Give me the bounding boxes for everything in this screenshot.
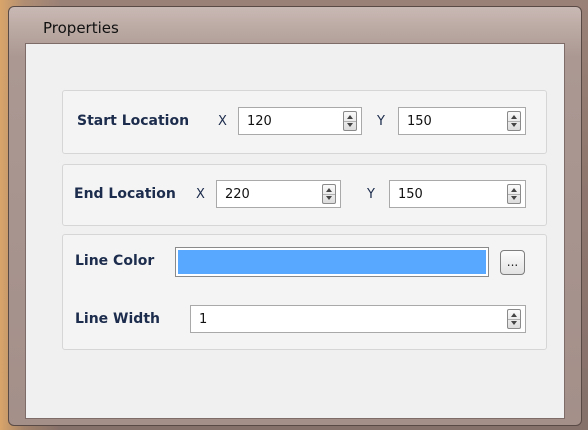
spin-down-icon[interactable] xyxy=(326,196,332,200)
start-y-value: 150 xyxy=(407,114,432,129)
spin-up-icon[interactable] xyxy=(511,188,517,192)
line-width-label: Line Width xyxy=(75,311,160,327)
start-location-label: Start Location xyxy=(77,113,190,129)
end-y-spin-arrows[interactable] xyxy=(507,184,521,204)
window-title: Properties xyxy=(43,19,119,37)
line-color-swatch[interactable] xyxy=(175,247,489,277)
line-width-spin-arrows[interactable] xyxy=(507,309,521,329)
spin-up-icon[interactable] xyxy=(326,188,332,192)
end-x-spinbox[interactable]: 220 xyxy=(216,180,341,208)
line-style-group: Line Color ... Line Width 1 xyxy=(62,234,547,350)
title-bar[interactable]: Properties xyxy=(9,7,581,43)
start-x-label: X xyxy=(218,114,227,129)
start-x-value: 120 xyxy=(247,114,272,129)
properties-panel: Start Location X 120 Y 150 End Location … xyxy=(25,43,565,419)
properties-window: Properties Start Location X 120 Y 150 En… xyxy=(8,6,582,426)
end-y-label: Y xyxy=(367,187,375,202)
end-y-spinbox[interactable]: 150 xyxy=(389,180,526,208)
start-y-spin-arrows[interactable] xyxy=(507,111,521,131)
start-y-spinbox[interactable]: 150 xyxy=(398,107,526,135)
line-width-spinbox[interactable]: 1 xyxy=(190,305,526,333)
spin-down-icon[interactable] xyxy=(347,123,353,127)
end-y-value: 150 xyxy=(398,187,423,202)
spin-up-icon[interactable] xyxy=(347,115,353,119)
start-location-group: Start Location X 120 Y 150 xyxy=(62,90,547,154)
choose-color-button[interactable]: ... xyxy=(500,250,525,275)
end-x-label: X xyxy=(196,187,205,202)
spin-up-icon[interactable] xyxy=(511,115,517,119)
end-location-label: End Location xyxy=(74,186,176,202)
end-x-spin-arrows[interactable] xyxy=(322,184,336,204)
spin-down-icon[interactable] xyxy=(511,123,517,127)
start-x-spin-arrows[interactable] xyxy=(343,111,357,131)
end-location-group: End Location X 220 Y 150 xyxy=(62,164,547,226)
end-x-value: 220 xyxy=(225,187,250,202)
line-color-fill xyxy=(178,250,486,274)
line-width-value: 1 xyxy=(199,312,208,327)
spin-down-icon[interactable] xyxy=(511,321,517,325)
line-color-label: Line Color xyxy=(75,253,155,269)
spin-up-icon[interactable] xyxy=(511,313,517,317)
spin-down-icon[interactable] xyxy=(511,196,517,200)
start-x-spinbox[interactable]: 120 xyxy=(238,107,362,135)
start-y-label: Y xyxy=(377,114,385,129)
